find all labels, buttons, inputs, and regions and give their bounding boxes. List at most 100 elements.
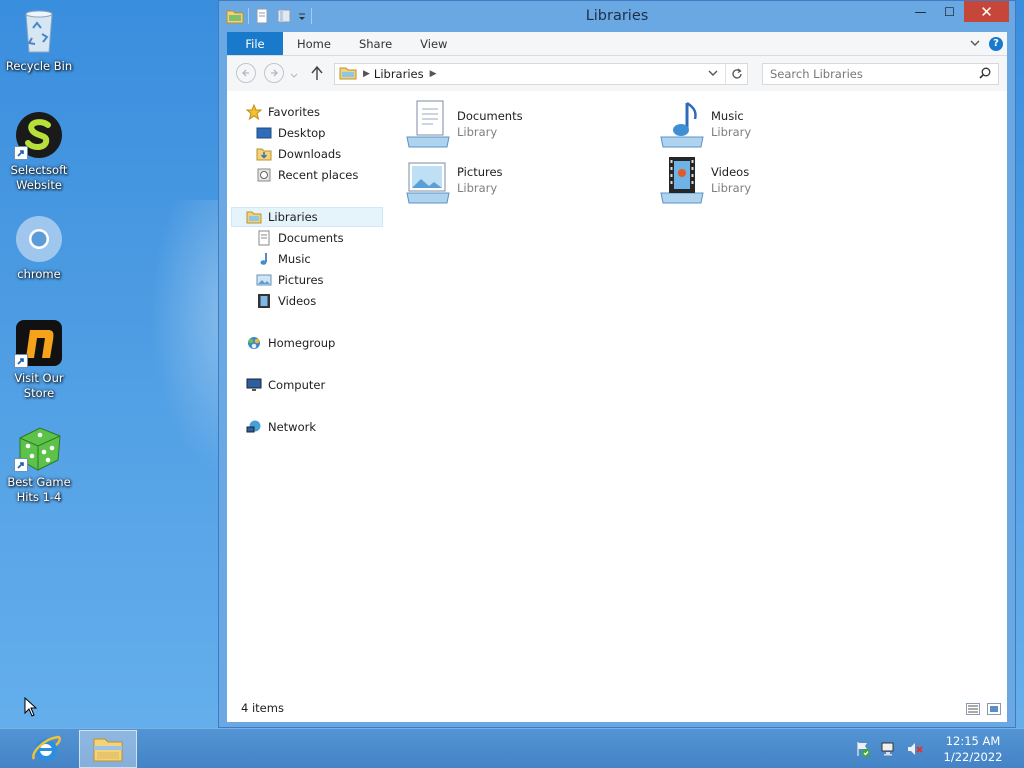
action-center-flag-icon[interactable] bbox=[854, 740, 872, 758]
music-icon bbox=[256, 251, 272, 267]
content-area: Favorites Desktop Downloads Recent place… bbox=[227, 91, 1007, 722]
nav-label: Computer bbox=[268, 378, 326, 392]
music-library-icon bbox=[657, 99, 707, 149]
volume-muted-icon[interactable] bbox=[906, 740, 924, 758]
taskbar: 12:15 AM 1/22/2022 bbox=[0, 728, 1024, 768]
nav-label: Downloads bbox=[278, 147, 342, 161]
tab-file[interactable]: File bbox=[227, 32, 283, 55]
window-title: Libraries bbox=[585, 8, 649, 24]
library-music[interactable]: Music Library bbox=[657, 99, 751, 149]
nav-computer[interactable]: Computer bbox=[246, 375, 325, 395]
nav-lib-pictures[interactable]: Pictures bbox=[256, 270, 324, 290]
large-icons-view-icon[interactable] bbox=[987, 703, 1001, 715]
network-tray-icon[interactable] bbox=[880, 740, 898, 758]
desktop-icon-selectsoft[interactable]: Selectsoft Website bbox=[1, 110, 77, 193]
shortcut-arrow-icon bbox=[14, 458, 28, 472]
back-button[interactable] bbox=[236, 63, 256, 83]
desktop-icon-label: chrome bbox=[17, 267, 61, 281]
star-icon bbox=[245, 103, 263, 121]
minimize-button[interactable]: — bbox=[906, 1, 935, 22]
pictures-library-icon bbox=[403, 155, 453, 205]
tab-view[interactable]: View bbox=[406, 32, 461, 55]
breadcrumb-separator-icon[interactable]: ▶ bbox=[363, 69, 370, 79]
breadcrumb-separator-icon[interactable]: ▶ bbox=[430, 69, 437, 79]
videos-icon bbox=[256, 293, 272, 309]
nav-favorites[interactable]: Favorites bbox=[245, 102, 320, 122]
nav-lib-videos[interactable]: Videos bbox=[256, 291, 316, 311]
nav-label: Recent places bbox=[278, 168, 359, 182]
clock-date: 1/22/2022 bbox=[943, 750, 1003, 764]
clock-time: 12:15 AM bbox=[945, 734, 1001, 748]
nav-label: Network bbox=[268, 420, 317, 434]
taskbar-internet-explorer[interactable] bbox=[17, 730, 75, 768]
nav-label: Pictures bbox=[278, 273, 324, 287]
address-row: ▶ Libraries ▶ Search Libraries bbox=[227, 56, 1007, 91]
nav-homegroup[interactable]: Homegroup bbox=[246, 333, 335, 353]
clock[interactable]: 12:15 AM 1/22/2022 bbox=[938, 733, 1008, 765]
maximize-button[interactable]: ☐ bbox=[935, 1, 964, 22]
tab-home[interactable]: Home bbox=[283, 32, 345, 55]
refresh-button[interactable] bbox=[725, 64, 747, 84]
tab-share[interactable]: Share bbox=[345, 32, 406, 55]
internet-explorer-icon bbox=[32, 735, 61, 761]
library-type: Library bbox=[711, 181, 752, 195]
nav-desktop[interactable]: Desktop bbox=[256, 123, 325, 143]
desktop-icon-label: Recycle Bin bbox=[5, 59, 73, 73]
desktop-icon-recycle-bin[interactable]: Recycle Bin bbox=[1, 6, 77, 74]
recent-locations-icon[interactable] bbox=[290, 68, 298, 82]
search-icon[interactable] bbox=[979, 67, 991, 82]
documents-library-icon bbox=[403, 99, 453, 149]
libraries-icon bbox=[339, 66, 357, 83]
explorer-window[interactable]: Libraries — ☐ ✕ File Home Share View ? ▶… bbox=[218, 0, 1016, 728]
nav-label: Desktop bbox=[278, 126, 326, 140]
desktop-icon-label: Selectsoft Website bbox=[10, 163, 68, 192]
navigation-pane: Favorites Desktop Downloads Recent place… bbox=[227, 91, 383, 691]
search-placeholder: Search Libraries bbox=[770, 67, 863, 81]
breadcrumb-libraries[interactable]: Libraries bbox=[374, 67, 424, 81]
nav-lib-documents[interactable]: Documents bbox=[256, 228, 344, 248]
recycle-bin-icon bbox=[14, 6, 64, 56]
desktop-icon-best-game-hits[interactable]: Best Game Hits 1-4 bbox=[1, 422, 77, 505]
computer-icon bbox=[246, 377, 262, 393]
desktop-icon-visit-store[interactable]: Visit Our Store bbox=[1, 318, 77, 401]
taskbar-file-explorer[interactable] bbox=[79, 730, 137, 768]
desktop-icon-chrome[interactable]: chrome bbox=[1, 214, 77, 282]
desktop-icon bbox=[256, 125, 272, 141]
close-button[interactable]: ✕ bbox=[964, 1, 1009, 22]
help-button[interactable]: ? bbox=[989, 36, 1003, 51]
details-view-icon[interactable] bbox=[966, 703, 980, 715]
network-icon bbox=[246, 419, 262, 435]
forward-button[interactable] bbox=[264, 63, 284, 83]
library-documents[interactable]: Documents Library bbox=[403, 99, 523, 149]
pictures-icon bbox=[256, 272, 272, 288]
address-dropdown-icon[interactable] bbox=[707, 67, 723, 81]
nav-label: Videos bbox=[278, 294, 317, 308]
desktop-icon-label: Best Game Hits 1-4 bbox=[7, 475, 71, 504]
nav-recent-places[interactable]: Recent places bbox=[256, 165, 358, 185]
library-pictures[interactable]: Pictures Library bbox=[403, 155, 503, 205]
nav-label: Libraries bbox=[268, 210, 318, 224]
library-videos[interactable]: Videos Library bbox=[657, 155, 751, 205]
selectsoft-logo-icon bbox=[14, 110, 64, 160]
address-bar[interactable]: ▶ Libraries ▶ bbox=[334, 63, 748, 85]
status-item-count: 4 items bbox=[241, 701, 284, 715]
dice-icon bbox=[14, 422, 64, 472]
up-arrow-icon[interactable] bbox=[311, 65, 323, 84]
library-name: Documents bbox=[457, 109, 523, 123]
system-tray: 12:15 AM 1/22/2022 bbox=[854, 729, 1024, 768]
nav-network[interactable]: Network bbox=[246, 417, 316, 437]
ribbon-tabs: File Home Share View ? bbox=[227, 32, 1007, 56]
nav-label: Documents bbox=[278, 231, 344, 245]
nav-downloads[interactable]: Downloads bbox=[256, 144, 341, 164]
nav-libraries[interactable]: Libraries bbox=[231, 207, 383, 227]
title-bar[interactable]: Libraries — ☐ ✕ bbox=[219, 1, 1015, 32]
nav-lib-music[interactable]: Music bbox=[256, 249, 311, 269]
mouse-cursor-icon bbox=[24, 696, 38, 720]
library-type: Library bbox=[457, 181, 498, 195]
library-type: Library bbox=[457, 125, 498, 139]
search-input[interactable]: Search Libraries bbox=[762, 63, 999, 85]
ribbon-right-controls: ? bbox=[969, 32, 1007, 55]
expand-ribbon-icon[interactable] bbox=[969, 37, 981, 51]
nav-label: Favorites bbox=[268, 105, 320, 119]
file-explorer-icon bbox=[93, 738, 123, 762]
